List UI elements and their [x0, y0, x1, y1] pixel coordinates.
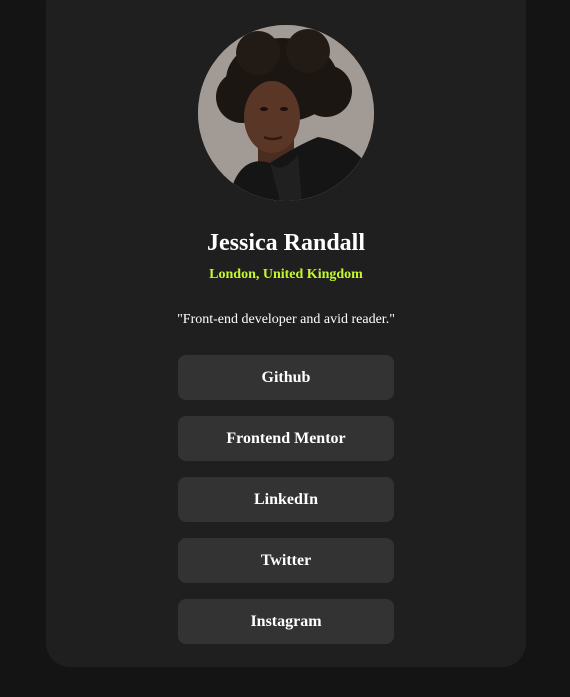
frontend-mentor-link-button[interactable]: Frontend Mentor [178, 416, 394, 461]
github-link-button[interactable]: Github [178, 355, 394, 400]
linkedin-link-button[interactable]: LinkedIn [178, 477, 394, 522]
profile-location: London, United Kingdom [209, 267, 363, 282]
avatar [198, 25, 374, 201]
profile-name: Jessica Randall [206, 230, 365, 256]
profile-card: Jessica Randall London, United Kingdom "… [46, 0, 526, 667]
avatar-portrait [198, 25, 374, 201]
social-links: Github Frontend Mentor LinkedIn Twitter … [178, 355, 394, 660]
twitter-link-button[interactable]: Twitter [178, 538, 394, 583]
profile-bio: "Front-end developer and avid reader." [177, 312, 395, 327]
instagram-link-button[interactable]: Instagram [178, 599, 394, 644]
